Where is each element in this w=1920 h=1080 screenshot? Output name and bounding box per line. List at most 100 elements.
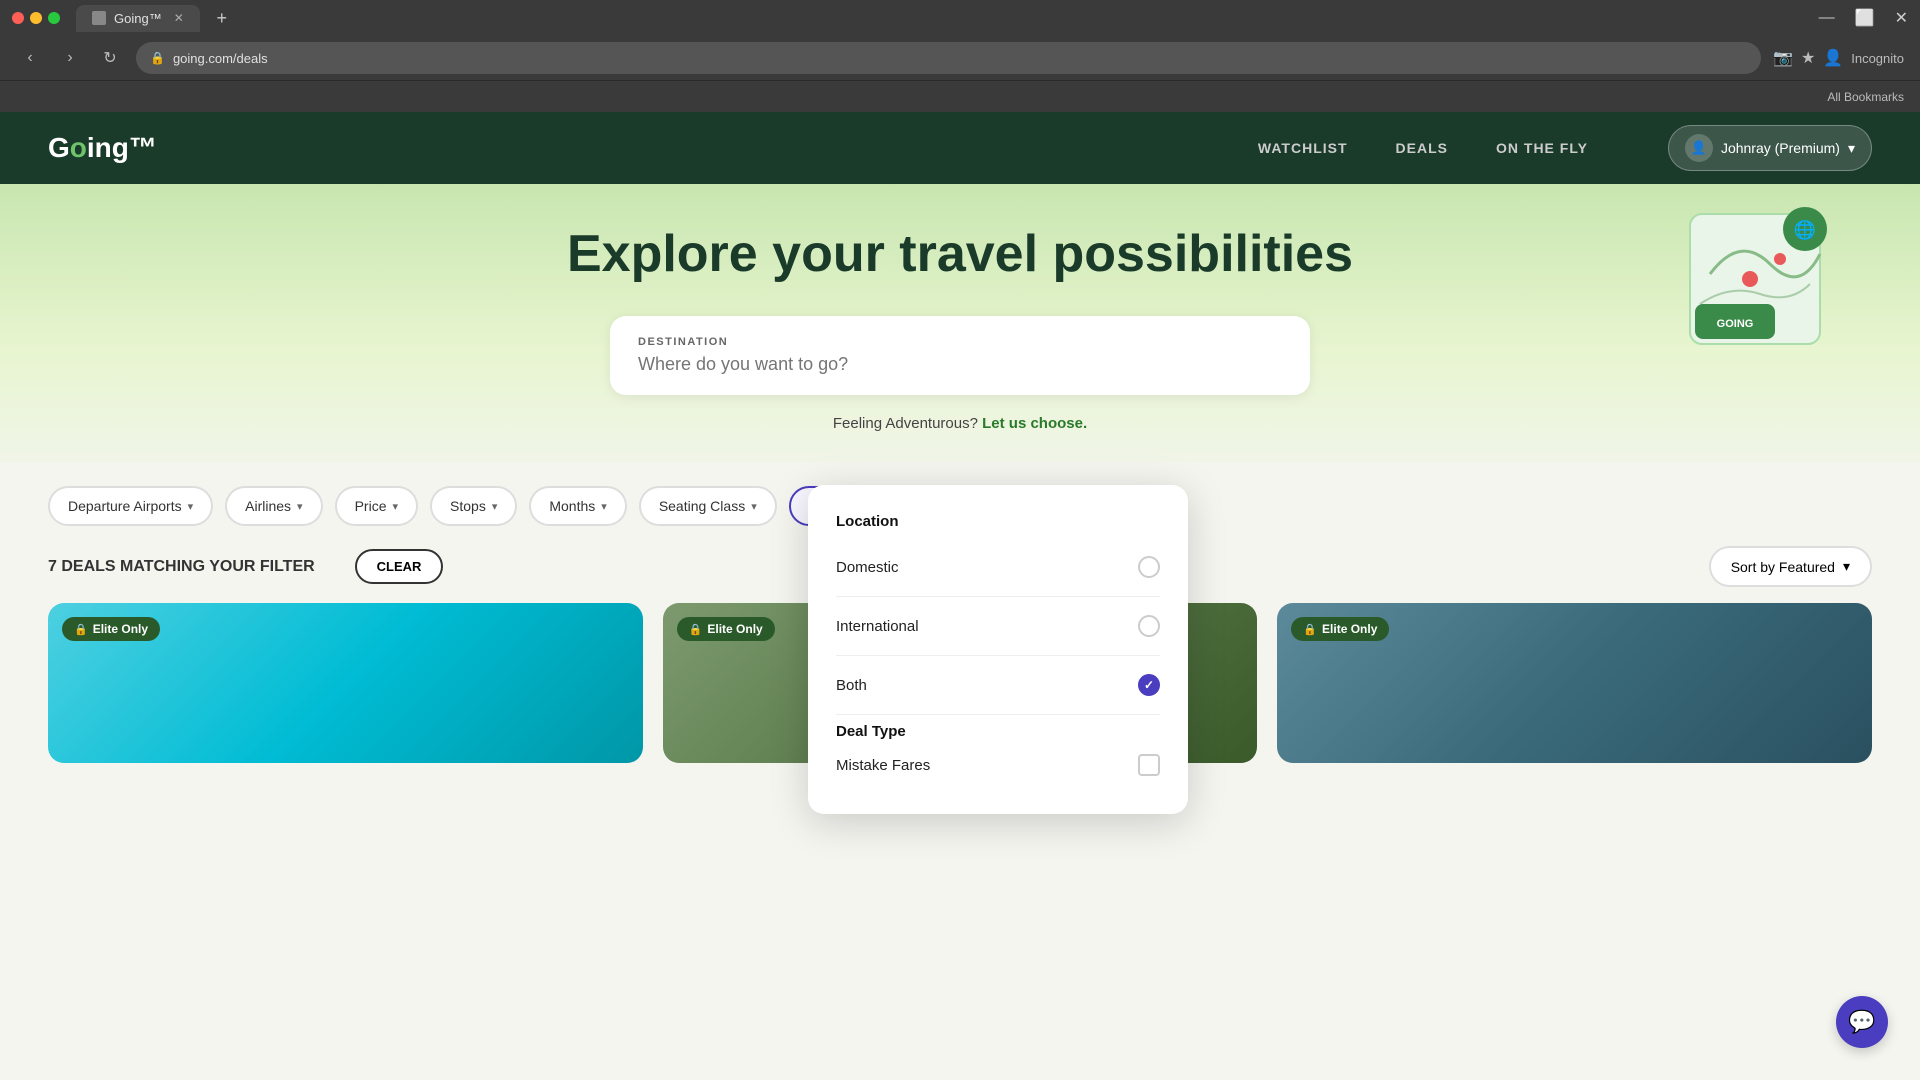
tab-title: Going™ — [114, 11, 162, 26]
camera-off-icon[interactable]: 📷 — [1773, 48, 1793, 68]
divider-3 — [836, 714, 1160, 715]
location-section-title: Location — [836, 513, 1160, 530]
bookmark-icon[interactable]: ★ — [1801, 48, 1815, 68]
nav-watchlist[interactable]: WATCHLIST — [1258, 140, 1348, 156]
months-label: Months — [549, 498, 595, 514]
deal-type-section-title: Deal Type — [836, 723, 1160, 740]
tab-favicon — [92, 11, 106, 25]
mistake-fares-checkbox[interactable] — [1138, 754, 1160, 776]
airlines-label: Airlines — [245, 498, 291, 514]
minimize-window-button[interactable] — [30, 12, 42, 24]
elite-badge-1: 🔒 Elite Only — [62, 617, 160, 641]
svg-text:GOING: GOING — [1717, 318, 1754, 330]
let-us-choose-link[interactable]: Let us choose. — [982, 415, 1087, 432]
address-bar[interactable]: 🔒 going.com/deals — [136, 42, 1761, 74]
adventurous-text: Feeling Adventurous? Let us choose. — [48, 415, 1872, 432]
user-name: Johnray (Premium) — [1721, 140, 1840, 156]
clear-button[interactable]: CLEAR — [355, 549, 444, 584]
toolbar-actions: 📷 ★ 👤 Incognito — [1773, 48, 1904, 68]
svg-text:🌐: 🌐 — [1794, 219, 1816, 240]
lock-icon-3: 🔒 — [1303, 623, 1317, 636]
site-logo: Going™ — [48, 132, 157, 164]
destination-input[interactable] — [638, 354, 1282, 375]
departure-airports-filter[interactable]: Departure Airports ▾ — [48, 486, 213, 526]
elite-label-2: Elite Only — [707, 622, 762, 636]
lock-icon: 🔒 — [150, 51, 165, 65]
destination-box: DESTINATION — [610, 316, 1310, 395]
price-chevron: ▾ — [392, 500, 398, 513]
elite-badge-2: 🔒 Elite Only — [677, 617, 775, 641]
airlines-chevron: ▾ — [297, 500, 303, 513]
deal-card-3[interactable]: 🔒 Elite Only — [1277, 603, 1872, 763]
mistake-fares-option[interactable]: Mistake Fares — [836, 744, 1160, 786]
bookmarks-bar: All Bookmarks — [0, 80, 1920, 112]
stops-label: Stops — [450, 498, 486, 514]
bookmarks-text: All Bookmarks — [1827, 90, 1904, 104]
close-window-button[interactable] — [12, 12, 24, 24]
reload-button[interactable]: ↻ — [96, 44, 124, 72]
forward-button[interactable]: › — [56, 44, 84, 72]
elite-badge-3: 🔒 Elite Only — [1291, 617, 1389, 641]
months-filter[interactable]: Months ▾ — [529, 486, 626, 526]
incognito-label: Incognito — [1851, 51, 1904, 66]
minimize-os-button[interactable]: — — [1819, 9, 1835, 27]
profile-icon[interactable]: 👤 — [1823, 48, 1843, 68]
map-illustration: 🌐 GOING — [1670, 194, 1840, 364]
nav-on-the-fly[interactable]: ON THE FLY — [1496, 140, 1588, 156]
sort-button[interactable]: Sort by Featured ▾ — [1709, 546, 1872, 587]
both-radio[interactable] — [1138, 674, 1160, 696]
price-filter[interactable]: Price ▾ — [335, 486, 418, 526]
deal-card-1[interactable]: 🔒 Elite Only — [48, 603, 643, 763]
browser-titlebar: Going™ ✕ + — ⬜ ✕ — [0, 0, 1920, 36]
browser-toolbar: ‹ › ↻ 🔒 going.com/deals 📷 ★ 👤 Incognito — [0, 36, 1920, 80]
nav-deals[interactable]: DEALS — [1396, 140, 1448, 156]
departure-airports-chevron: ▾ — [188, 500, 194, 513]
months-chevron: ▾ — [601, 500, 607, 513]
stops-filter[interactable]: Stops ▾ — [430, 486, 517, 526]
results-count: 7 DEALS MATCHING YOUR FILTER — [48, 558, 315, 576]
domestic-radio[interactable] — [1138, 556, 1160, 578]
site-header: Going™ WATCHLIST DEALS ON THE FLY 👤 John… — [0, 112, 1920, 184]
browser-chrome: Going™ ✕ + — ⬜ ✕ ‹ › ↻ 🔒 going.com/deals… — [0, 0, 1920, 112]
domestic-label: Domestic — [836, 559, 899, 576]
close-os-button[interactable]: ✕ — [1895, 8, 1908, 28]
divider-2 — [836, 655, 1160, 656]
hero-title: Explore your travel possibilities — [48, 224, 1872, 284]
destination-label: DESTINATION — [638, 336, 1282, 348]
window-controls — [12, 12, 60, 24]
departure-airports-label: Departure Airports — [68, 498, 182, 514]
divider-1 — [836, 596, 1160, 597]
chat-icon: 💬 — [1848, 1009, 1875, 1035]
international-radio[interactable] — [1138, 615, 1160, 637]
chat-button[interactable]: 💬 — [1836, 996, 1888, 1048]
domestic-option[interactable]: Domestic — [836, 546, 1160, 588]
maximize-window-button[interactable] — [48, 12, 60, 24]
price-label: Price — [355, 498, 387, 514]
elite-label-1: Elite Only — [93, 622, 148, 636]
seating-class-label: Seating Class — [659, 498, 745, 514]
adventurous-static: Feeling Adventurous? — [833, 415, 978, 432]
logo-accent: o — [70, 132, 87, 163]
tab-close-button[interactable]: ✕ — [174, 11, 184, 25]
logo-text: G — [48, 132, 70, 163]
lock-icon-1: 🔒 — [74, 623, 88, 636]
lock-icon-2: 🔒 — [689, 623, 703, 636]
browser-tab[interactable]: Going™ ✕ — [76, 5, 200, 32]
international-option[interactable]: International — [836, 605, 1160, 647]
seating-class-filter[interactable]: Seating Class ▾ — [639, 486, 777, 526]
both-option[interactable]: Both — [836, 664, 1160, 706]
os-window-controls: — ⬜ ✕ — [1819, 8, 1908, 28]
mistake-fares-label: Mistake Fares — [836, 757, 930, 774]
user-avatar: 👤 — [1685, 134, 1713, 162]
deal-type-dropdown: Location Domestic International Both Dea… — [808, 485, 1188, 814]
site-nav: WATCHLIST DEALS ON THE FLY 👤 Johnray (Pr… — [1258, 125, 1872, 171]
seating-class-chevron: ▾ — [751, 500, 757, 513]
sort-label: Sort by Featured — [1731, 559, 1835, 575]
restore-os-button[interactable]: ⬜ — [1855, 8, 1875, 28]
hero-section: 🌐 GOING Explore your travel possibilitie… — [0, 184, 1920, 462]
user-menu[interactable]: 👤 Johnray (Premium) ▾ — [1668, 125, 1872, 171]
new-tab-button[interactable]: + — [208, 4, 236, 32]
international-label: International — [836, 618, 919, 635]
back-button[interactable]: ‹ — [16, 44, 44, 72]
airlines-filter[interactable]: Airlines ▾ — [225, 486, 322, 526]
